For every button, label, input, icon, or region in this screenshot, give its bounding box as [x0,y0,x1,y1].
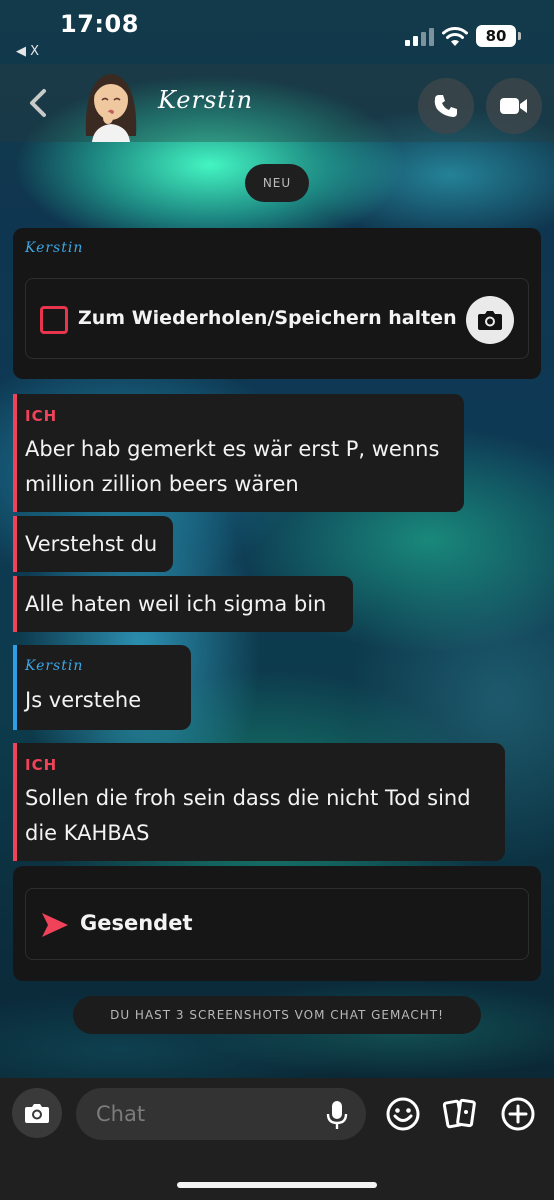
back-to-app-link[interactable]: ◀ X [16,44,39,59]
composer-camera-button[interactable] [12,1088,62,1138]
message-bubble[interactable]: ICH Sollen die froh sein dass die nicht … [13,743,505,861]
battery-indicator: 80 [476,25,516,47]
sent-status-text: Gesendet [80,911,193,935]
camera-icon [25,1104,49,1123]
microphone-icon[interactable] [326,1100,348,1130]
message-bubble[interactable]: ICH Aber hab gemerkt es wär erst P, wenn… [13,394,464,512]
snap-hint-text: Zum Wiederholen/Speichern halten [78,307,457,329]
cards-icon[interactable] [442,1096,478,1132]
video-call-button[interactable] [486,78,542,134]
sender-label: ICH [25,407,58,425]
snap-square-icon [40,306,68,334]
sent-arrow-icon [42,913,68,937]
message-text-line: Sollen die froh sein dass die nicht Tod … [25,786,471,810]
plus-circle-icon[interactable] [500,1096,536,1132]
video-camera-icon [500,98,527,114]
message-bubble[interactable]: Kerstin Js verstehe [13,645,191,730]
sent-status-box[interactable]: Gesendet [25,888,529,960]
sent-status-card[interactable]: Gesendet [13,866,541,981]
message-text-line: million zillion beers wären [25,472,299,496]
status-time: 17:08 [60,10,139,38]
contact-name[interactable]: Kerstin [158,86,253,114]
status-bar: 17:08 ◀ X 80 [0,0,554,64]
cellular-signal-icon [405,28,435,46]
sender-label: Kerstin [25,240,84,256]
sender-label: Kerstin [25,658,84,674]
chat-input[interactable]: Chat [76,1088,366,1140]
message-text-line: Alle haten weil ich sigma bin [25,592,327,616]
composer-bar: Chat [0,1078,554,1200]
message-text-line: Verstehst du [25,532,158,556]
message-text-line: Aber hab gemerkt es wär erst P, wenns [25,437,440,461]
smiley-icon[interactable] [385,1096,421,1132]
message-bubble[interactable]: Alle haten weil ich sigma bin [13,576,353,632]
snap-replay-box[interactable]: Zum Wiederholen/Speichern halten [25,278,529,359]
new-messages-divider: NEU [245,164,309,202]
battery-tip [518,32,521,40]
chat-input-placeholder: Chat [96,1102,146,1126]
snap-camera-button[interactable] [466,296,514,344]
phone-icon [434,95,457,117]
message-bubble[interactable]: Verstehst du [13,516,173,572]
avatar[interactable] [78,66,144,142]
home-indicator[interactable] [177,1182,377,1188]
screenshot-notice: DU HAST 3 SCREENSHOTS VOM CHAT GEMACHT! [73,996,481,1034]
wifi-icon [442,27,468,46]
camera-icon [478,311,502,330]
message-text-line: die KAHBAS [25,821,150,845]
message-text-line: Js verstehe [25,688,142,712]
sender-label: ICH [25,756,58,774]
call-button[interactable] [418,78,474,134]
chevron-left-icon[interactable] [24,86,54,120]
snap-message-card[interactable]: Kerstin Zum Wiederholen/Speichern halten [13,228,541,379]
chat-header: Kerstin [0,64,554,142]
